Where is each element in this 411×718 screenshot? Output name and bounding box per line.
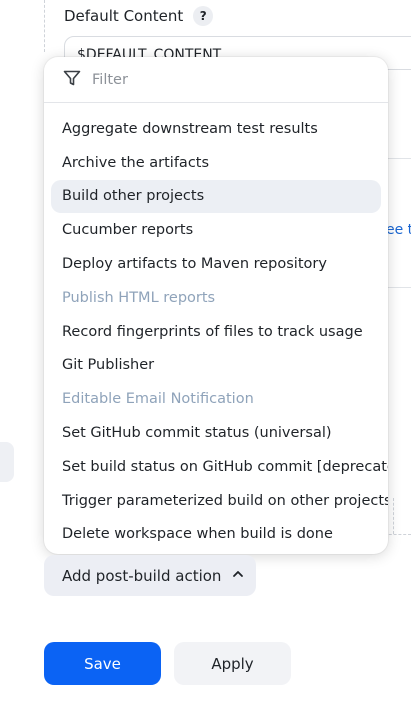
menu-item-record-fingerprints[interactable]: Record fingerprints of files to track us… xyxy=(51,315,381,349)
add-post-build-action-button[interactable]: Add post-build action xyxy=(44,555,256,596)
post-build-action-list: Aggregate downstream test results Archiv… xyxy=(44,103,388,551)
section-guide-line-bottom xyxy=(384,534,411,535)
background-link[interactable]: ee th xyxy=(386,222,411,238)
menu-item-archive-artifacts[interactable]: Archive the artifacts xyxy=(51,146,381,180)
menu-item-publish-html-reports: Publish HTML reports xyxy=(62,289,216,306)
default-content-label-row: Default Content ? xyxy=(64,6,214,26)
menu-item-build-other-projects[interactable]: Build other projects xyxy=(51,179,381,214)
menu-item-github-build-status-deprecated[interactable]: Set build status on GitHub commit [depre… xyxy=(51,450,388,484)
add-post-build-action-label: Add post-build action xyxy=(62,566,222,585)
filter-input[interactable] xyxy=(92,71,352,88)
help-icon[interactable]: ? xyxy=(193,6,214,26)
menu-item-aggregate-test-results[interactable]: Aggregate downstream test results xyxy=(51,112,381,146)
menu-item-delete-workspace[interactable]: Delete workspace when build is done xyxy=(51,518,381,552)
chevron-up-icon xyxy=(231,567,245,585)
background-button[interactable] xyxy=(0,442,14,482)
post-build-action-dropdown: Aggregate downstream test results Archiv… xyxy=(44,57,388,554)
menu-item-editable-email-notification: Editable Email Notification xyxy=(62,391,254,408)
menu-item-cucumber-reports[interactable]: Cucumber reports xyxy=(51,213,381,247)
menu-item-git-publisher[interactable]: Git Publisher xyxy=(51,349,381,383)
filter-funnel-icon xyxy=(62,68,82,92)
save-button[interactable]: Save xyxy=(44,642,161,685)
filter-row xyxy=(44,57,388,103)
section-guide-line-right xyxy=(393,498,394,534)
default-content-label: Default Content xyxy=(64,7,184,25)
menu-item-trigger-parameterized-build[interactable]: Trigger parameterized build on other pro… xyxy=(51,484,388,518)
section-guide-line xyxy=(44,0,45,52)
page: Default Content ? $DEFAULT_CONTENT ee th… xyxy=(0,0,411,718)
menu-item-deploy-maven[interactable]: Deploy artifacts to Maven repository xyxy=(51,247,381,281)
menu-item-github-commit-status[interactable]: Set GitHub commit status (universal) xyxy=(51,416,381,450)
apply-button[interactable]: Apply xyxy=(174,642,291,685)
